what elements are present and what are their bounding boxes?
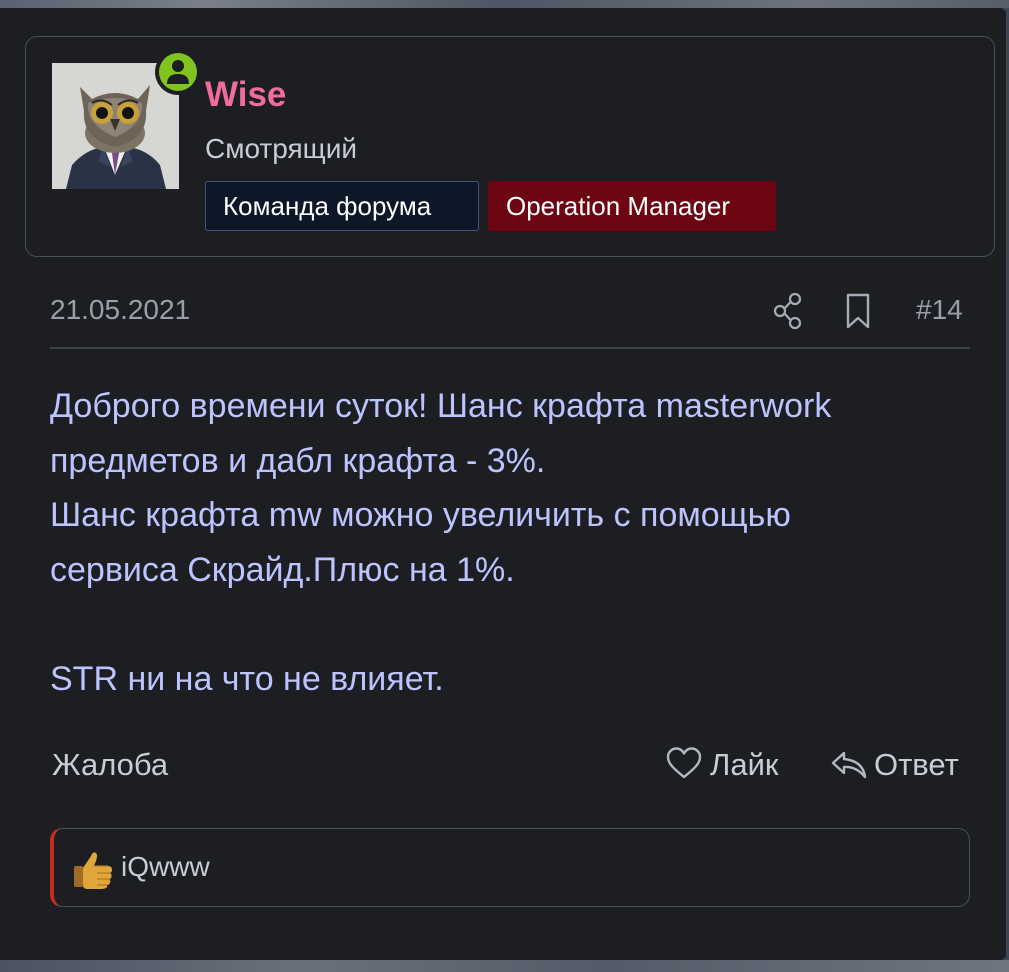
author-user-title: Смотрящий <box>205 133 357 164</box>
reactions-bar[interactable]: iQwww <box>50 828 970 907</box>
post-date[interactable]: 21.05.2021 <box>50 296 190 324</box>
reply-arrow-icon <box>831 751 867 779</box>
user-banner-role: Operation Manager <box>488 181 776 231</box>
post-body-line: сервиса Скрайд.Плюс на 1%. <box>50 550 515 589</box>
post-body-blank-line <box>50 597 985 652</box>
heart-icon <box>666 747 702 779</box>
page-background-top <box>0 0 1009 8</box>
user-banner-team: Команда форума <box>205 181 479 231</box>
author-username[interactable]: Wise <box>205 77 286 112</box>
post-body-line: Шанс крафта mw можно увеличить с помощью <box>50 496 791 534</box>
like-label: Лайк <box>710 747 779 782</box>
divider <box>50 347 970 349</box>
bookmark-icon[interactable] <box>845 292 871 330</box>
report-link[interactable]: Жалоба <box>52 749 168 780</box>
user-online-icon <box>167 60 189 84</box>
post-body: Доброго времени суток! Шанс крафта maste… <box>50 379 985 706</box>
thumbs-up-icon <box>74 852 112 889</box>
share-icon[interactable] <box>772 291 804 331</box>
post-body-line: предметов и дабл крафта - 3%. <box>50 441 546 480</box>
post-body-line: STR ни на что не влияет. <box>50 659 444 698</box>
online-status-indicator <box>155 49 201 95</box>
post-body-line: Доброго времени суток! Шанс крафта maste… <box>50 387 832 425</box>
page-background-bottom <box>0 960 1009 972</box>
forum-post: Wise Смотрящий Команда форума Operation … <box>0 8 1006 960</box>
author-card: Wise Смотрящий Команда форума Operation … <box>25 36 995 257</box>
post-number-link[interactable]: #14 <box>916 296 963 324</box>
reaction-username[interactable]: iQwww <box>121 853 210 881</box>
reply-label: Ответ <box>874 747 959 782</box>
